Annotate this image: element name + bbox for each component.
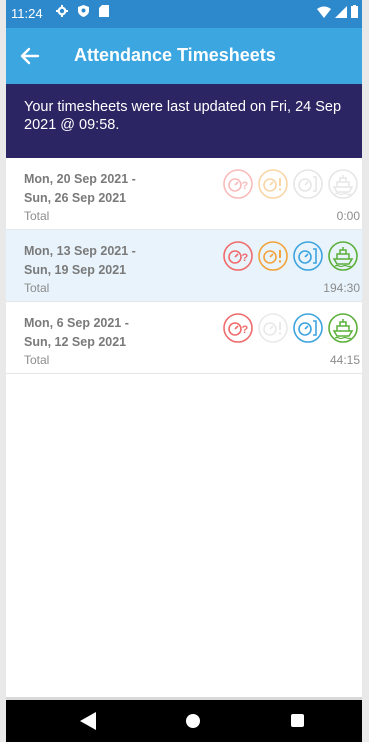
wifi-icon: [317, 6, 331, 18]
svg-text:?: ?: [242, 180, 249, 192]
date-range-end: Sun, 19 Sep 2021: [24, 263, 127, 277]
last-updated-banner: Your timesheets were last updated on Fri…: [6, 84, 362, 158]
status-icons: ?: [222, 240, 359, 272]
date-range-end: Sun, 12 Sep 2021: [24, 335, 127, 349]
timer-check-icon: [292, 240, 324, 272]
ship-icon: [327, 312, 359, 344]
last-updated-text: Your timesheets were last updated on Fri…: [24, 99, 342, 133]
nav-home-icon[interactable]: [186, 714, 200, 728]
timesheet-row[interactable]: Mon, 20 Sep 2021 - Sun, 26 Sep 2021? Total…: [6, 158, 362, 230]
battery-icon: [351, 5, 358, 18]
status-icons: ?: [222, 168, 359, 200]
timer-check-icon: [292, 312, 324, 344]
total-label: Total: [24, 281, 50, 295]
nav-recents-icon[interactable]: [291, 714, 304, 727]
total-label: Total: [24, 353, 50, 367]
sd-card-icon: [99, 5, 109, 17]
timesheet-row[interactable]: Mon, 6 Sep 2021 - Sun, 12 Sep 2021? Total 4…: [6, 302, 362, 374]
date-range-end: Sun, 26 Sep 2021: [24, 191, 127, 205]
timer-alert-icon: [257, 240, 289, 272]
nav-back-icon[interactable]: [80, 712, 96, 730]
timer-question-icon: ?: [222, 240, 254, 272]
total-value: 44:15: [329, 353, 360, 367]
timer-question-icon: ?: [222, 168, 254, 200]
date-range: Mon, 13 Sep 2021 - Sun, 19 Sep 2021: [24, 242, 136, 280]
date-range-start: Mon, 13 Sep 2021 -: [24, 244, 136, 258]
bezel-right: [362, 0, 369, 742]
signal-icon: [335, 5, 347, 18]
system-nav-bar: [6, 700, 362, 742]
ship-icon: [327, 168, 359, 200]
svg-text:?: ?: [242, 252, 249, 264]
timer-question-icon: ?: [222, 312, 254, 344]
status-bar: 11:24: [6, 0, 362, 28]
screen: 11:24 Attendance Timesheets Your timeshe…: [0, 0, 369, 742]
back-arrow-icon[interactable]: [16, 42, 44, 70]
date-range: Mon, 20 Sep 2021 - Sun, 26 Sep 2021: [24, 170, 136, 208]
status-time: 11:24: [11, 6, 43, 21]
timer-check-icon: [292, 168, 324, 200]
svg-text:?: ?: [242, 324, 249, 336]
app-bar: Attendance Timesheets: [6, 28, 362, 84]
timer-alert-icon: [257, 312, 289, 344]
timesheet-list: Mon, 20 Sep 2021 - Sun, 26 Sep 2021? Total…: [6, 158, 362, 374]
total-value: 0:00: [336, 209, 360, 223]
timer-alert-icon: [257, 168, 289, 200]
date-range-start: Mon, 6 Sep 2021 -: [24, 316, 129, 330]
status-icons: ?: [222, 312, 359, 344]
settings-icon: [56, 5, 68, 17]
page-title: Attendance Timesheets: [74, 45, 276, 65]
shield-icon: [78, 5, 89, 17]
total-value: 194:30: [323, 281, 360, 295]
total-label: Total: [24, 209, 50, 223]
date-range: Mon, 6 Sep 2021 - Sun, 12 Sep 2021: [24, 314, 129, 352]
ship-icon: [327, 240, 359, 272]
date-range-start: Mon, 20 Sep 2021 -: [24, 172, 136, 186]
timesheet-row[interactable]: Mon, 13 Sep 2021 - Sun, 19 Sep 2021? Total…: [6, 230, 362, 302]
